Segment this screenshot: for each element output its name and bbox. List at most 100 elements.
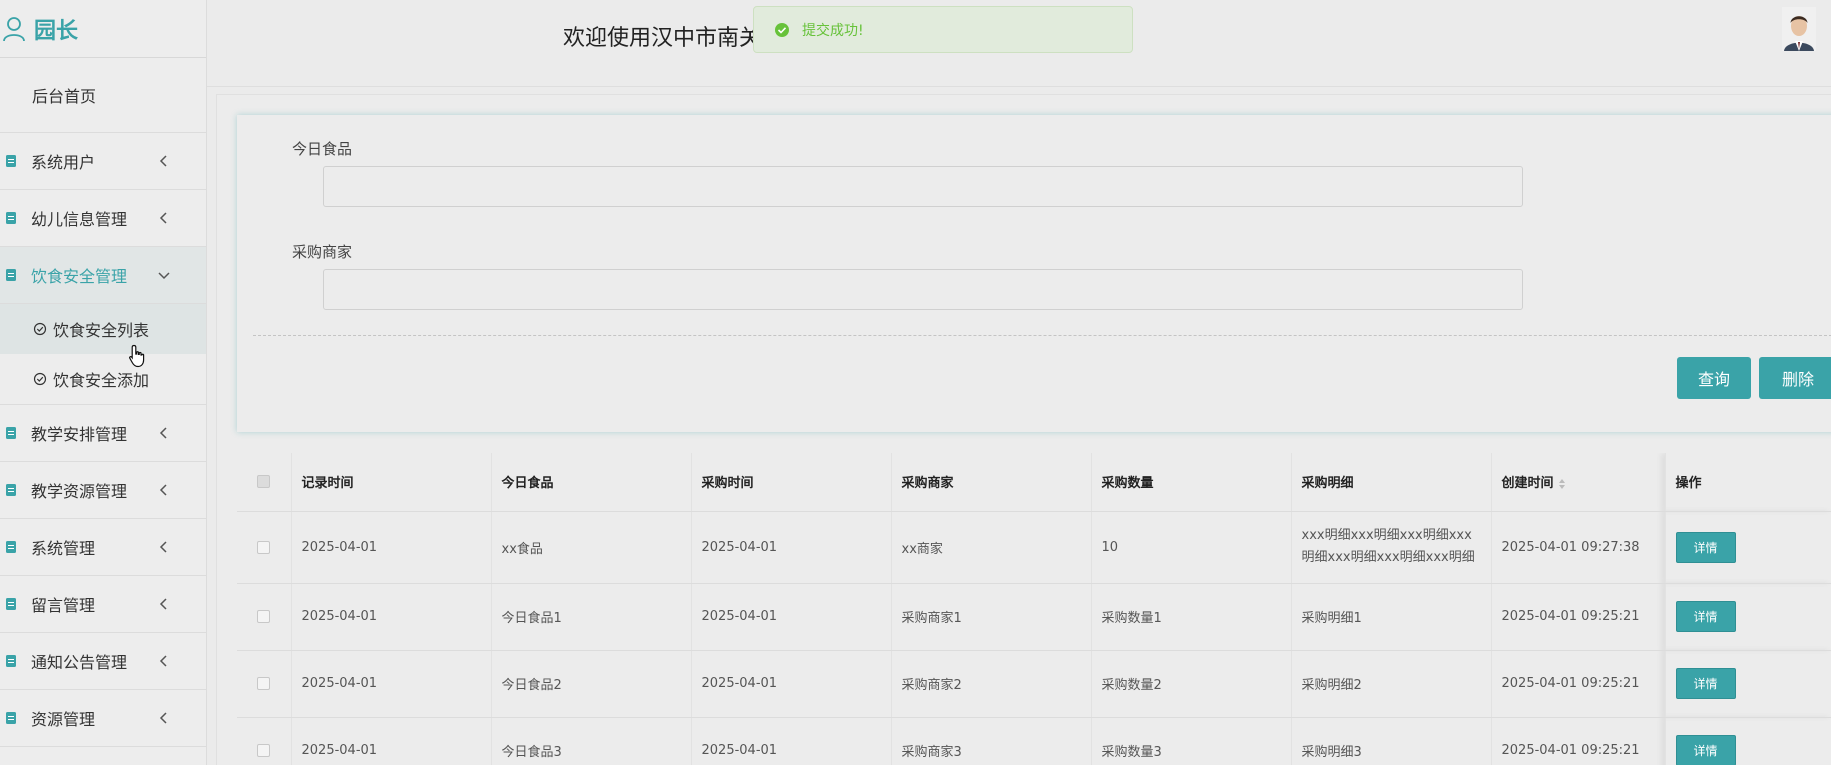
data-table: 记录时间 今日食品 采购时间 采购商家 采购数量 采购明细 创建时间 操作 20… — [237, 453, 1831, 765]
sidebar-item-teaching-schedule[interactable]: 教学安排管理 — [0, 405, 206, 462]
sidebar-item-label: 教学安排管理 — [31, 425, 128, 444]
sidebar-item-label: 通知公告管理 — [31, 653, 128, 672]
table-row: 2025-04-01 xx食品 2025-04-01 xx商家 10 xxx明细… — [237, 511, 1831, 584]
cell-created-time: 2025-04-01 09:25:21 — [1491, 650, 1666, 718]
row-checkbox[interactable] — [257, 610, 271, 623]
table-row: 2025-04-01 今日食品3 2025-04-01 采购商家3 采购数量3 … — [237, 717, 1831, 765]
sidebar-item-messages[interactable]: 留言管理 — [0, 576, 206, 633]
hand-cursor-icon — [129, 344, 145, 368]
sidebar-item-notices[interactable]: 通知公告管理 — [0, 633, 206, 690]
merchant-label: 采购商家 — [292, 243, 353, 261]
cell-actions: 详情 — [1665, 583, 1831, 651]
sidebar-item-label: 系统用户 — [31, 153, 96, 172]
main-content: 今日食品 采购商家 查询 删除 记录时间 今日食品 采购时间 采购商家 采购数量… — [216, 94, 1831, 765]
sidebar-subitem-label: 饮食安全添加 — [53, 371, 150, 390]
sidebar-item-teaching-resources[interactable]: 教学资源管理 — [0, 462, 206, 519]
avatar[interactable] — [1782, 7, 1816, 51]
select-all-cell — [237, 453, 292, 512]
submenu-diet-safety: 饮食安全列表 饮食安全添加 — [0, 304, 206, 405]
column-header: 操作 — [1665, 453, 1831, 512]
sidebar-item-label: 幼儿信息管理 — [31, 210, 128, 229]
cell-detail: 采购明细2 — [1291, 650, 1492, 718]
food-input[interactable] — [323, 166, 1523, 207]
detail-button[interactable]: 详情 — [1675, 601, 1736, 632]
row-select-cell — [237, 583, 292, 651]
cell-detail: xxx明细xxx明细xxx明细xxx明细xxx明细xxx明细xxx明细 — [1291, 511, 1492, 584]
cell-record-time: 2025-04-01 — [291, 650, 492, 718]
sidebar-item-resources[interactable]: 资源管理 — [0, 690, 206, 747]
cell-purchase-time: 2025-04-01 — [691, 717, 892, 765]
column-header: 今日食品 — [491, 453, 692, 512]
table-header-row: 记录时间 今日食品 采购时间 采购商家 采购数量 采购明细 创建时间 操作 — [237, 453, 1831, 512]
select-all-checkbox[interactable] — [257, 475, 271, 489]
query-button[interactable]: 查询 — [1677, 357, 1751, 399]
cell-actions: 详情 — [1665, 511, 1831, 584]
sidebar-item-diet-safety[interactable]: 饮食安全管理 — [0, 247, 206, 304]
delete-button[interactable]: 删除 — [1759, 357, 1831, 399]
cell-quantity: 10 — [1091, 511, 1292, 584]
chevron-left-icon — [159, 484, 167, 496]
chevron-left-icon — [159, 212, 167, 224]
cell-record-time: 2025-04-01 — [291, 511, 492, 584]
merchant-input[interactable] — [323, 269, 1523, 310]
cell-merchant: 采购商家3 — [891, 717, 1092, 765]
toast-message: 提交成功! — [802, 22, 864, 39]
check-circle-icon — [775, 22, 789, 37]
column-header-sortable[interactable]: 创建时间 — [1491, 453, 1666, 512]
sidebar-item-system-management[interactable]: 系统管理 — [0, 519, 206, 576]
row-checkbox[interactable] — [257, 744, 271, 757]
sidebar-item-label: 系统管理 — [31, 539, 96, 558]
sidebar-item-label: 饮食安全管理 — [31, 267, 128, 286]
sort-icon[interactable] — [1558, 478, 1566, 490]
cell-created-time: 2025-04-01 09:27:38 — [1491, 511, 1666, 584]
cell-created-time: 2025-04-01 09:25:21 — [1491, 717, 1666, 765]
divider — [253, 335, 1831, 336]
row-checkbox[interactable] — [257, 540, 271, 554]
cell-merchant: 采购商家2 — [891, 650, 1092, 718]
cell-record-time: 2025-04-01 — [291, 583, 492, 651]
cell-created-time: 2025-04-01 09:25:21 — [1491, 583, 1666, 651]
sidebar: 园长 后台首页 系统用户 幼儿信息管理 饮食安全管理 饮食安全列表 饮食安全添加… — [0, 0, 207, 765]
cell-actions: 详情 — [1665, 650, 1831, 718]
row-select-cell — [237, 650, 292, 718]
cell-purchase-time: 2025-04-01 — [691, 650, 892, 718]
column-header: 采购数量 — [1091, 453, 1292, 512]
document-icon — [6, 427, 16, 439]
document-icon — [6, 712, 16, 724]
chevron-left-icon — [159, 598, 167, 610]
chevron-left-icon — [159, 655, 167, 667]
document-icon — [6, 212, 16, 224]
sidebar-item-label: 教学资源管理 — [31, 482, 128, 501]
sidebar-item-home[interactable]: 后台首页 — [0, 58, 206, 133]
page-title: 欢迎使用汉中市南关 — [563, 26, 762, 51]
detail-button[interactable]: 详情 — [1675, 735, 1736, 765]
success-toast: 提交成功! — [753, 6, 1133, 53]
check-circle-icon — [33, 372, 47, 386]
sidebar-subitem-diet-safety-list[interactable]: 饮食安全列表 — [0, 304, 206, 354]
row-checkbox[interactable] — [257, 677, 271, 690]
cell-purchase-time: 2025-04-01 — [691, 511, 892, 584]
cell-food: 今日食品2 — [491, 650, 692, 718]
cell-purchase-time: 2025-04-01 — [691, 583, 892, 651]
document-icon — [6, 655, 16, 667]
cell-merchant: 采购商家1 — [891, 583, 1092, 651]
sidebar-item-child-info[interactable]: 幼儿信息管理 — [0, 190, 206, 247]
detail-button[interactable]: 详情 — [1675, 668, 1736, 699]
sidebar-subitem-diet-safety-add[interactable]: 饮食安全添加 — [0, 354, 206, 404]
cell-food: 今日食品3 — [491, 717, 692, 765]
cell-detail: 采购明细1 — [1291, 583, 1492, 651]
user-icon — [3, 16, 25, 41]
search-form: 今日食品 采购商家 查询 删除 — [237, 115, 1831, 432]
detail-button[interactable]: 详情 — [1675, 531, 1736, 563]
chevron-left-icon — [159, 541, 167, 553]
cell-food: xx食品 — [491, 511, 692, 584]
sidebar-subitem-label: 饮食安全列表 — [53, 321, 150, 340]
cell-quantity: 采购数量2 — [1091, 650, 1292, 718]
sidebar-item-system-users[interactable]: 系统用户 — [0, 133, 206, 190]
column-header: 采购时间 — [691, 453, 892, 512]
table-row: 2025-04-01 今日食品1 2025-04-01 采购商家1 采购数量1 … — [237, 583, 1831, 651]
chevron-left-icon — [159, 427, 167, 439]
column-header: 采购商家 — [891, 453, 1092, 512]
chevron-left-icon — [159, 155, 167, 167]
cell-quantity: 采购数量1 — [1091, 583, 1292, 651]
